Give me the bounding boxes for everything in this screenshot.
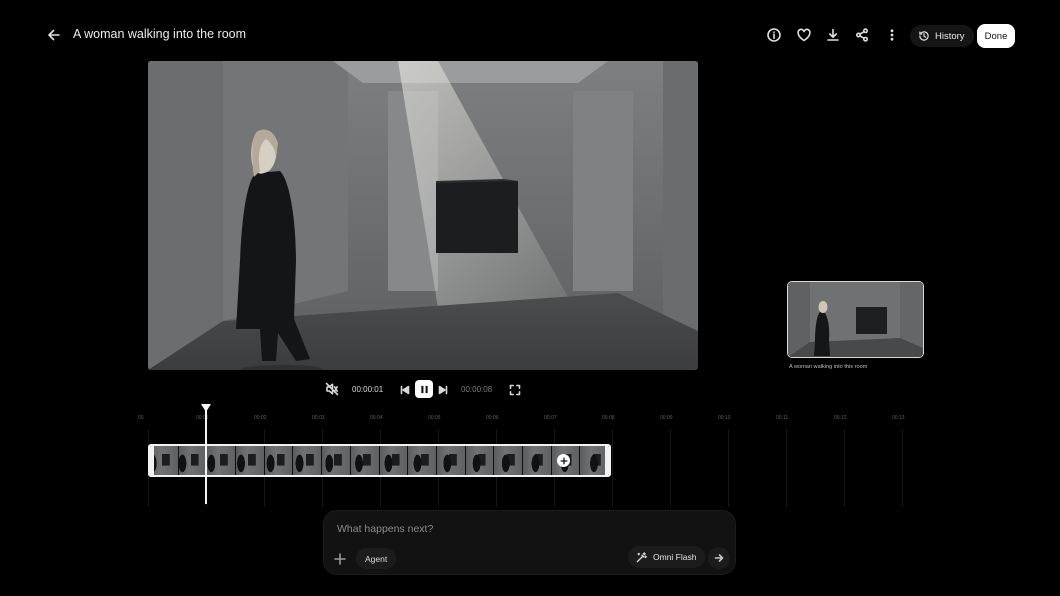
heart-icon [797, 28, 811, 42]
timeline-tick-label: 00 [138, 415, 144, 421]
more-vert-icon [890, 29, 894, 41]
clip-frame [494, 446, 523, 475]
timeline-tick-label: 00:02 [254, 415, 267, 421]
history-label: History [935, 30, 965, 42]
timeline-tick-line [902, 429, 903, 507]
skip-previous-icon [400, 385, 410, 395]
play-pause-button[interactable] [415, 380, 433, 398]
clip-frame [293, 446, 323, 475]
timeline-tick-label: 00:04 [370, 415, 383, 421]
arrow-right-icon [714, 554, 724, 562]
clip-frame [379, 446, 409, 475]
playhead[interactable] [205, 408, 207, 504]
timeline-tick-label: 00:07 [544, 415, 557, 421]
fullscreen-button[interactable] [509, 383, 521, 396]
timeline-tick-label: 00:08 [602, 415, 615, 421]
info-button[interactable] [760, 21, 788, 49]
timeline-tick-line [612, 429, 613, 507]
timeline-tick-label: 00:01 [196, 415, 209, 421]
page-title: A woman walking into the room [73, 27, 247, 41]
timeline-tick-line [670, 429, 671, 507]
info-icon [767, 28, 781, 42]
clip-frame [408, 446, 437, 475]
clip-frame [207, 446, 237, 475]
add-clip-button[interactable] [557, 454, 570, 467]
back-button[interactable] [40, 21, 68, 49]
trim-handle-end[interactable] [605, 446, 609, 475]
share-icon [855, 28, 869, 42]
clip-frames [150, 446, 609, 475]
clip-frame [465, 446, 495, 475]
timeline-tick-label: 00:12 [834, 415, 847, 421]
mute-button[interactable] [325, 382, 339, 396]
plus-icon [560, 457, 567, 464]
timeline-tick-line [786, 429, 787, 507]
clip-thumbnail-caption: A woman walking into this room [789, 364, 868, 370]
clip-frame [322, 446, 351, 475]
clip-frame [264, 446, 294, 475]
download-button[interactable] [819, 21, 847, 49]
agent-toggle[interactable]: Agent [356, 548, 397, 569]
share-button[interactable] [848, 21, 876, 49]
arrow-left-icon [48, 29, 60, 41]
timeline-tick-label: 00:05 [428, 415, 441, 421]
clip-frame [350, 446, 380, 475]
clip-frame [178, 446, 208, 475]
magic-wand-icon [636, 551, 647, 562]
current-time: 00:00:01 [352, 385, 384, 394]
history-button[interactable]: History [910, 25, 974, 47]
download-icon [827, 28, 839, 41]
skip-next-button[interactable] [437, 383, 449, 395]
timeline-tick-label: 00:10 [718, 415, 731, 421]
skip-previous-button[interactable] [399, 383, 411, 395]
timeline-tick-label: 00:03 [312, 415, 325, 421]
timeline-tick-label: 00:09 [660, 415, 673, 421]
send-button[interactable] [708, 547, 730, 569]
plus-icon [334, 553, 346, 565]
model-selector[interactable]: Omni Flash [628, 546, 706, 568]
model-label: Omni Flash [653, 552, 697, 562]
video-preview[interactable] [148, 61, 698, 370]
clip-frame [236, 446, 265, 475]
favorite-button[interactable] [790, 21, 818, 49]
timeline-tick-label: 00:13 [892, 415, 905, 421]
prompt-input[interactable] [335, 521, 699, 537]
add-attachment-button[interactable] [330, 549, 350, 569]
clip-strip[interactable] [148, 444, 611, 477]
clip-thumbnail-card[interactable] [787, 281, 924, 358]
mute-icon [325, 382, 339, 396]
fullscreen-icon [509, 384, 521, 396]
timeline-tick-line [844, 429, 845, 507]
done-button[interactable]: Done [977, 24, 1015, 48]
skip-next-icon [438, 385, 448, 395]
total-time: 00:00:08 [461, 385, 493, 394]
playhead-handle[interactable] [201, 404, 211, 412]
timeline-tick-line [728, 429, 729, 507]
trim-handle-start[interactable] [150, 446, 154, 475]
clip-frame [522, 446, 552, 475]
clip-frame [150, 446, 179, 475]
timeline-tick-label: 00:06 [486, 415, 499, 421]
video-frame [148, 61, 698, 370]
clip-frame [436, 446, 466, 475]
more-options-button[interactable] [878, 21, 906, 49]
timeline-tick-label: 00:11 [776, 415, 789, 421]
history-icon [919, 31, 929, 41]
pause-icon [420, 385, 428, 393]
clip-thumbnail-image [788, 282, 923, 357]
